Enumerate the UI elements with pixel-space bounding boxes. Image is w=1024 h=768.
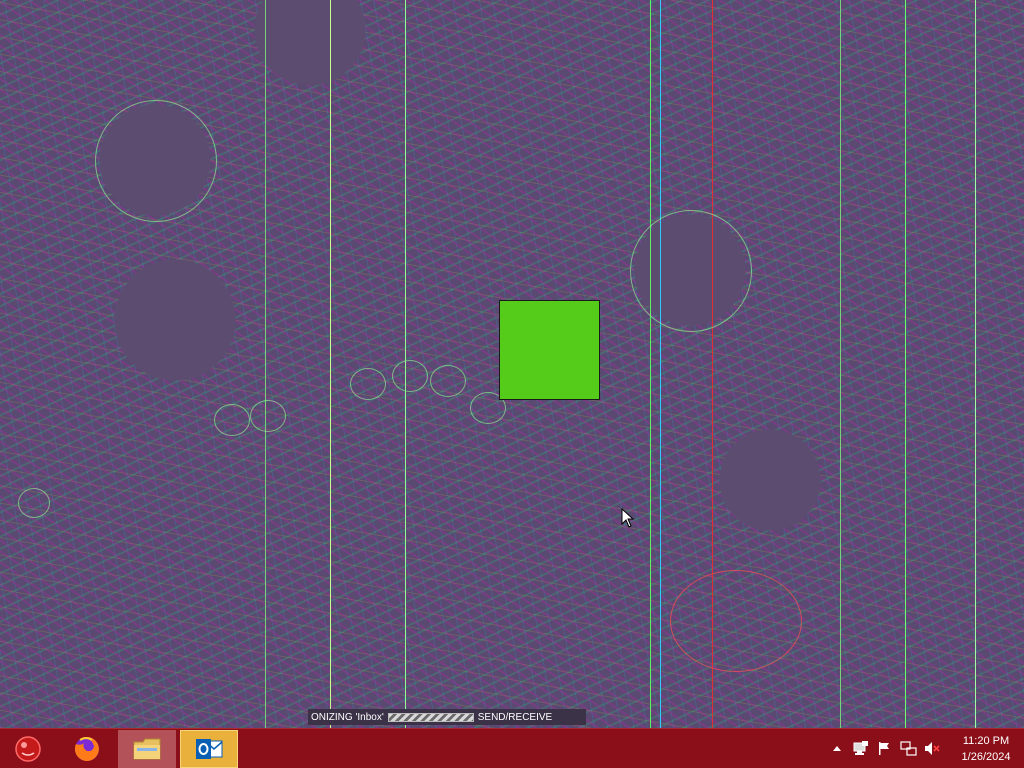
wallpaper-line xyxy=(330,0,331,728)
wallpaper-circle xyxy=(18,488,50,518)
wallpaper-line xyxy=(265,0,266,728)
clock-date: 1/26/2024 xyxy=(961,750,1011,763)
outlook-icon xyxy=(196,739,223,759)
wallpaper-circle xyxy=(250,400,286,432)
wallpaper-circle xyxy=(95,100,217,222)
start-button[interactable] xyxy=(0,730,56,768)
wallpaper-line xyxy=(840,0,841,728)
wallpaper-line xyxy=(905,0,906,728)
taskbar-clock[interactable]: 11:20 PM 1/26/2024 xyxy=(956,733,1016,765)
folder-icon xyxy=(133,738,161,760)
taskbar: 11:20 PM 1/26/2024 xyxy=(0,728,1024,768)
mouse-cursor-icon xyxy=(621,508,635,528)
clock-time: 11:20 PM xyxy=(962,734,1010,747)
green-square xyxy=(499,300,600,400)
wallpaper-circle xyxy=(430,365,466,397)
system-tray: 11:20 PM 1/26/2024 xyxy=(828,729,1016,768)
wallpaper-circle xyxy=(392,360,428,392)
send-receive-label[interactable]: SEND/RECEIVE xyxy=(478,712,552,723)
network-icon[interactable] xyxy=(900,740,917,757)
wallpaper-line xyxy=(975,0,976,728)
wallpaper-circle xyxy=(350,368,386,400)
outlook-status-bar: ONIZING 'Inbox' SEND/RECEIVE xyxy=(308,709,586,725)
wallpaper-line xyxy=(650,0,651,728)
flag-icon[interactable] xyxy=(876,740,893,757)
start-orb-icon xyxy=(15,736,41,762)
volume-muted-icon[interactable] xyxy=(924,740,941,757)
taskbar-firefox[interactable] xyxy=(62,730,112,768)
wallpaper-circle xyxy=(630,210,752,332)
wallpaper-circle xyxy=(670,570,802,672)
desktop-wallpaper: ONIZING 'Inbox' SEND/RECEIVE xyxy=(0,0,1024,728)
wallpaper-line xyxy=(660,0,661,728)
status-activity-text: ONIZING 'Inbox' xyxy=(311,711,384,723)
chevron-up-icon[interactable] xyxy=(828,740,845,757)
firefox-icon xyxy=(74,737,99,761)
wallpaper-circle xyxy=(214,404,250,436)
send-receive-progress-bar xyxy=(387,712,474,722)
taskbar-file-explorer[interactable] xyxy=(118,730,176,768)
network-drive-icon[interactable] xyxy=(852,740,869,757)
taskbar-outlook[interactable] xyxy=(180,730,238,768)
